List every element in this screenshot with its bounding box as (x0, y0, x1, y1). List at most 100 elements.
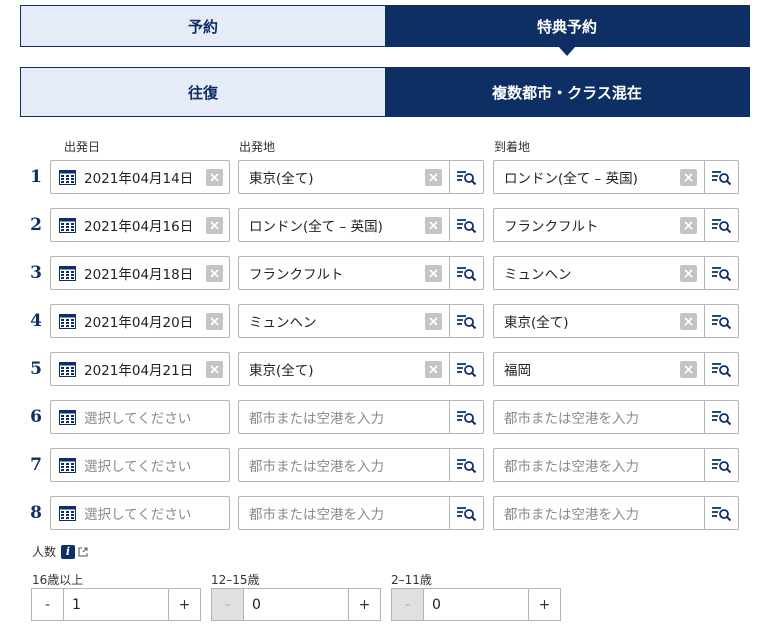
adult-plus-button[interactable]: + (168, 589, 200, 620)
segment-number: 6 (30, 407, 42, 427)
clear-origin-button[interactable] (425, 312, 442, 330)
calendar-icon (59, 505, 76, 521)
destination-value: 東京(全て) (504, 315, 569, 331)
departure-date-field[interactable]: 2021年04月18日 (50, 256, 230, 290)
departure-date-value: 2021年04月21日 (84, 363, 194, 379)
tab-reservation[interactable]: 予約 (21, 6, 385, 46)
destination-search-button[interactable] (704, 497, 738, 529)
youth-count-input[interactable]: 0 (244, 589, 348, 620)
origin-search-button[interactable] (449, 353, 483, 385)
external-link-icon[interactable] (78, 547, 88, 557)
child-count-input[interactable]: 0 (424, 589, 528, 620)
destination-field[interactable]: 福岡 (493, 352, 739, 386)
clear-origin-button[interactable] (425, 216, 442, 234)
destination-field[interactable]: 都市または空港を入力 (493, 400, 739, 434)
origin-field[interactable]: 都市または空港を入力 (238, 496, 484, 530)
departure-date-field[interactable]: 選択してください (50, 400, 230, 434)
tab-award-reservation[interactable]: 特典予約 (385, 6, 749, 56)
clear-date-button[interactable] (206, 264, 223, 282)
segment-number: 5 (30, 359, 42, 379)
search-list-icon (457, 266, 477, 281)
age-label-youth: 12–15歳 (211, 573, 260, 587)
origin-value: ロンドン(全て – 英国) (249, 219, 383, 235)
departure-date-placeholder: 選択してください (84, 411, 192, 427)
destination-field[interactable]: ミュンヘン (493, 256, 739, 290)
origin-search-button[interactable] (449, 401, 483, 433)
origin-search-button[interactable] (449, 161, 483, 193)
origin-label: 出発地 (239, 140, 276, 154)
youth-minus-button[interactable]: - (212, 589, 244, 620)
origin-field[interactable]: 東京(全て) (238, 160, 484, 194)
close-icon (210, 268, 219, 278)
destination-placeholder: 都市または空港を入力 (504, 459, 639, 475)
tab-multicity[interactable]: 複数都市・クラス混在 (385, 68, 749, 116)
origin-search-button[interactable] (449, 257, 483, 289)
origin-search-button[interactable] (449, 449, 483, 481)
close-icon (684, 364, 693, 374)
close-icon (429, 172, 438, 182)
departure-date-placeholder: 選択してください (84, 507, 192, 523)
trip-type-tabs: 往復 複数都市・クラス混在 (20, 67, 750, 117)
destination-field[interactable]: ロンドン(全て – 英国) (493, 160, 739, 194)
close-icon (684, 268, 693, 278)
destination-search-button[interactable] (704, 353, 738, 385)
segment-number: 3 (30, 263, 42, 283)
destination-field[interactable]: 都市または空港を入力 (493, 496, 739, 530)
clear-date-button[interactable] (206, 360, 223, 378)
clear-destination-button[interactable] (680, 216, 697, 234)
origin-field[interactable]: フランクフルト (238, 256, 484, 290)
departure-date-field[interactable]: 選択してください (50, 448, 230, 482)
tab-roundtrip[interactable]: 往復 (21, 68, 385, 116)
search-list-icon (457, 362, 477, 377)
adult-minus-button[interactable]: - (32, 589, 64, 620)
clear-destination-button[interactable] (680, 312, 697, 330)
origin-placeholder: 都市または空港を入力 (249, 507, 384, 523)
origin-search-button[interactable] (449, 497, 483, 529)
origin-search-button[interactable] (449, 305, 483, 337)
segment-row: 4 2021年04月20日 ミュンヘン 東京(全て) (0, 304, 762, 338)
clear-destination-button[interactable] (680, 168, 697, 186)
destination-search-button[interactable] (704, 305, 738, 337)
clear-destination-button[interactable] (680, 264, 697, 282)
departure-date-field[interactable]: 2021年04月20日 (50, 304, 230, 338)
destination-search-button[interactable] (704, 401, 738, 433)
clear-origin-button[interactable] (425, 360, 442, 378)
destination-value: フランクフルト (504, 219, 599, 235)
destination-search-button[interactable] (704, 161, 738, 193)
destination-field[interactable]: 都市または空港を入力 (493, 448, 739, 482)
departure-date-field[interactable]: 2021年04月14日 (50, 160, 230, 194)
clear-origin-button[interactable] (425, 168, 442, 186)
adult-count-input[interactable]: 1 (64, 589, 168, 620)
close-icon (429, 220, 438, 230)
segment-row: 7 選択してください 都市または空港を入力 都市または空港を入力 (0, 448, 762, 482)
origin-field[interactable]: 都市または空港を入力 (238, 448, 484, 482)
active-tab-pointer (558, 46, 576, 56)
info-icon[interactable]: i (61, 544, 76, 559)
destination-field[interactable]: 東京(全て) (493, 304, 739, 338)
clear-date-button[interactable] (206, 216, 223, 234)
segment-row: 5 2021年04月21日 東京(全て) 福岡 (0, 352, 762, 386)
youth-plus-button[interactable]: + (348, 589, 380, 620)
origin-field[interactable]: ロンドン(全て – 英国) (238, 208, 484, 242)
departure-date-field[interactable]: 2021年04月16日 (50, 208, 230, 242)
destination-field[interactable]: フランクフルト (493, 208, 739, 242)
destination-value: ミュンヘン (504, 267, 572, 283)
destination-search-button[interactable] (704, 449, 738, 481)
origin-field[interactable]: 都市または空港を入力 (238, 400, 484, 434)
clear-date-button[interactable] (206, 168, 223, 186)
destination-search-button[interactable] (704, 209, 738, 241)
origin-field[interactable]: 東京(全て) (238, 352, 484, 386)
departure-date-field[interactable]: 2021年04月21日 (50, 352, 230, 386)
destination-search-button[interactable] (704, 257, 738, 289)
segment-number: 1 (30, 167, 42, 187)
origin-field[interactable]: ミュンヘン (238, 304, 484, 338)
clear-origin-button[interactable] (425, 264, 442, 282)
child-plus-button[interactable]: + (528, 589, 560, 620)
origin-search-button[interactable] (449, 209, 483, 241)
destination-placeholder: 都市または空港を入力 (504, 507, 639, 523)
departure-date-field[interactable]: 選択してください (50, 496, 230, 530)
origin-value: ミュンヘン (249, 315, 317, 331)
child-minus-button[interactable]: - (392, 589, 424, 620)
clear-destination-button[interactable] (680, 360, 697, 378)
clear-date-button[interactable] (206, 312, 223, 330)
